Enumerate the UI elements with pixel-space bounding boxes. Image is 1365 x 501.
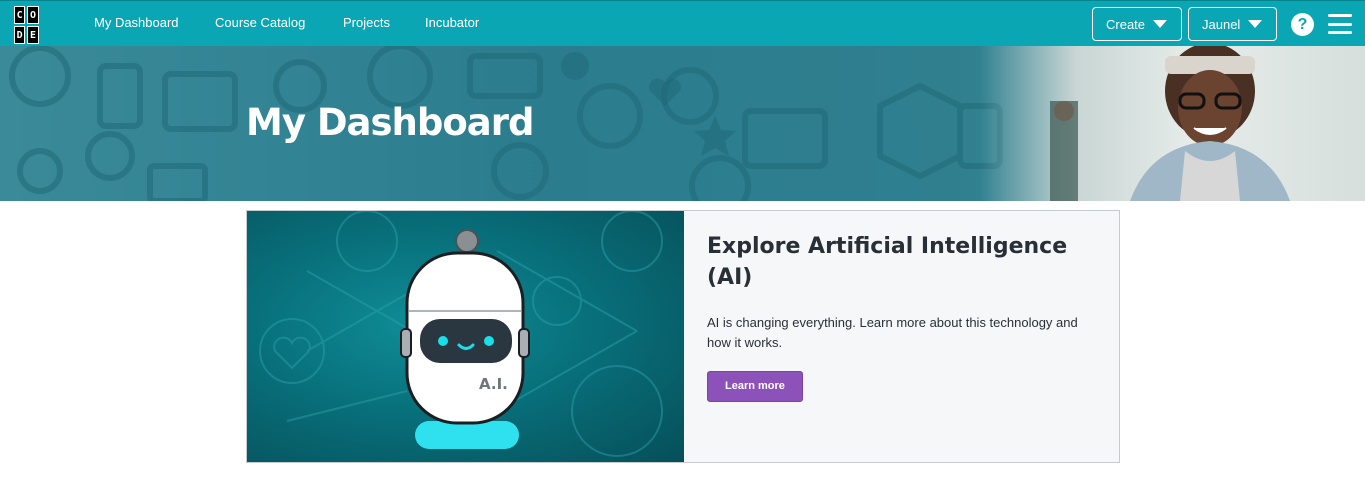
logo-letter: D <box>14 26 26 44</box>
code-org-logo[interactable]: C O D E <box>14 6 52 44</box>
hamburger-menu-icon[interactable] <box>1328 14 1352 34</box>
nav-link-course-catalog[interactable]: Course Catalog <box>215 15 305 30</box>
help-icon[interactable]: ? <box>1291 13 1314 36</box>
logo-letter: C <box>14 6 26 24</box>
top-navbar: C O D E My Dashboard Course Catalog Proj… <box>0 0 1365 46</box>
ai-robot-image: A.I. <box>247 211 684 462</box>
create-dropdown-button[interactable]: Create <box>1092 7 1182 41</box>
nav-link-my-dashboard[interactable]: My Dashboard <box>94 15 179 30</box>
create-label: Create <box>1106 16 1146 32</box>
chevron-down-icon <box>1248 20 1263 28</box>
logo-letter: E <box>27 26 39 44</box>
logo-gap <box>40 6 52 24</box>
ai-feature-card: A.I. Explore Artificial Intelligence (AI… <box>246 210 1120 463</box>
student-photo-illustration <box>1050 46 1290 201</box>
chevron-down-icon <box>1153 20 1168 28</box>
logo-gap <box>40 26 52 44</box>
hero-banner: My Dashboard <box>0 46 1365 201</box>
user-dropdown-button[interactable]: Jaunel <box>1188 7 1277 41</box>
user-name-label: Jaunel <box>1202 16 1241 32</box>
card-content: Explore Artificial Intelligence (AI) AI … <box>707 231 1102 402</box>
ai-robot-illustration: A.I. <box>259 211 663 457</box>
nav-link-projects[interactable]: Projects <box>343 15 390 30</box>
nav-link-incubator[interactable]: Incubator <box>425 15 479 30</box>
card-description: AI is changing everything. Learn more ab… <box>707 315 1078 350</box>
logo-letter: O <box>27 6 39 24</box>
learn-more-button[interactable]: Learn more <box>707 371 803 402</box>
hero-student-photo <box>980 46 1365 201</box>
card-title: Explore Artificial Intelligence (AI) <box>707 234 1068 290</box>
robot-ai-label: A.I. <box>479 375 508 393</box>
page-title: My Dashboard <box>246 101 534 144</box>
